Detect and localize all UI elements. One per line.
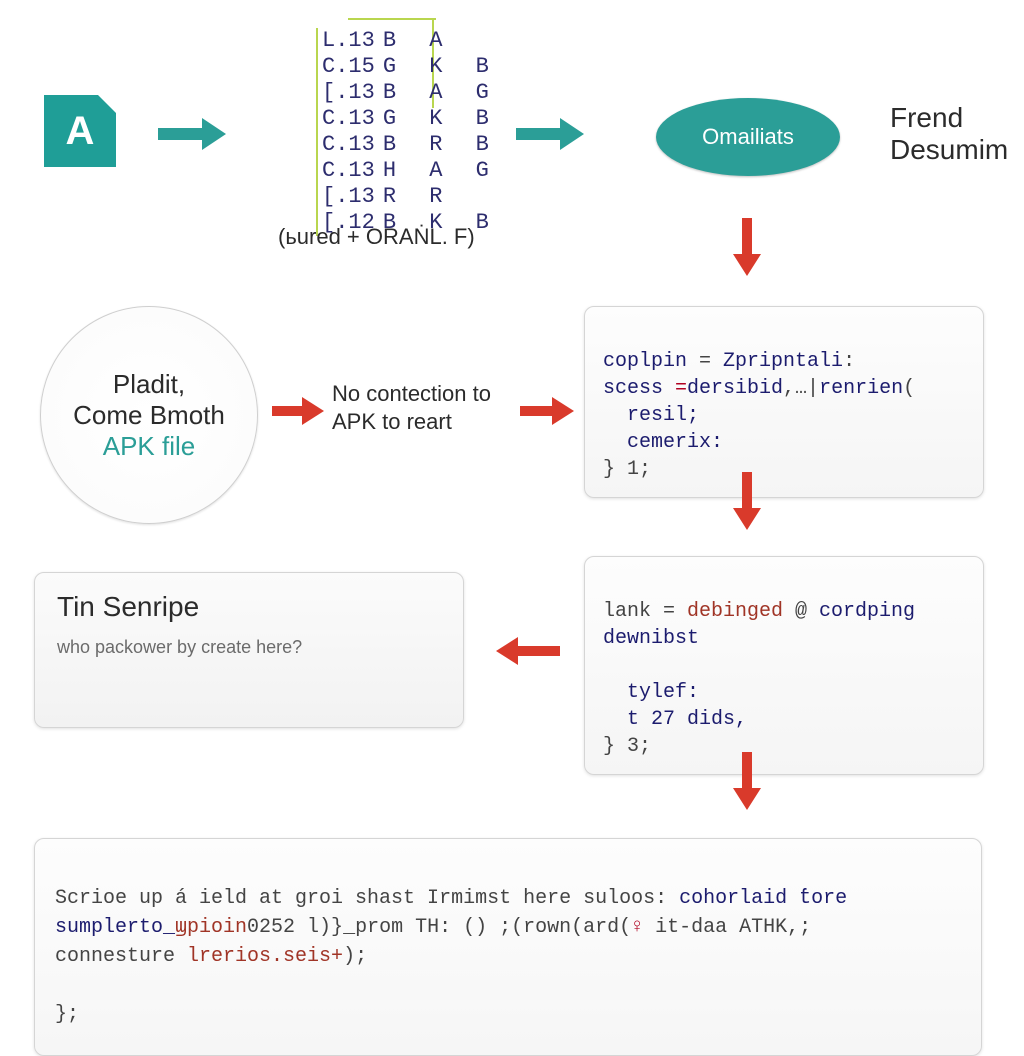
question-title: Tin Senripe [57, 591, 441, 623]
mid-caption-line: APK to reart [332, 408, 512, 436]
question-card: Tin Senripe who раckower by create here? [34, 572, 464, 728]
ellipse-label: Omailiats [702, 124, 794, 150]
grid-caption: (ьured + ORAṄL. F) [278, 224, 475, 250]
code-token: ϣpioin [175, 916, 247, 939]
grid-idx: C.15 [322, 54, 375, 79]
arrow-down-icon [736, 472, 758, 532]
code-token: tylef: [603, 681, 699, 704]
circle-line: Come Bmoth [73, 400, 225, 431]
code-token: = [675, 377, 687, 400]
code-token: } 3; [603, 735, 651, 758]
code-token: ,…| [783, 377, 819, 400]
source-circle: Pladit, Come Bmoth APK file [40, 306, 258, 524]
code-token: coplpin [603, 350, 687, 373]
code-token: resil; [603, 404, 699, 427]
code-token: Zpripntali [723, 350, 843, 373]
circle-line: Pladit, [113, 369, 185, 400]
code-card-1: coplpin = Zpripntali: scess =dersibid,…|… [584, 306, 984, 498]
code-token: t 27 dids, [603, 708, 747, 731]
code-token: scess [603, 377, 675, 400]
code-token: renrien [819, 377, 903, 400]
apk-file-icon: A [44, 95, 116, 167]
arrow-right-icon [520, 400, 576, 422]
side-label: Frend Desumim [890, 102, 1008, 166]
letter-grid: L.13B A C.15G K B [.13B A G C.13G K B C.… [316, 28, 499, 236]
circle-line-apk: APK file [103, 431, 196, 462]
grid-letters: B R B [375, 132, 499, 157]
arrow-down-icon [736, 218, 758, 278]
grid-letters: G K B [375, 54, 499, 79]
side-label-line: Desumim [890, 134, 1008, 166]
grid-letters: B A [375, 28, 453, 53]
code-token: dewnibst [603, 627, 699, 650]
arrow-down-icon [736, 752, 758, 812]
code-token: lank = [603, 600, 687, 623]
code-token: @ [783, 600, 819, 623]
process-ellipse: Omailiats [656, 98, 840, 176]
grid-idx: C.13 [322, 132, 375, 157]
grid-idx: [.13 [322, 184, 375, 209]
grid-letters: H A G [375, 158, 499, 183]
code-token: sumplerto_ [55, 916, 175, 939]
arrow-icon [158, 122, 228, 146]
grid-idx: C.13 [322, 106, 375, 131]
code-token: } 1; [603, 458, 651, 481]
grid-letters: B A G [375, 80, 499, 105]
arrow-right-icon [272, 400, 326, 422]
grid-idx: C.13 [322, 158, 375, 183]
code-token: lrerios.seis+ [187, 945, 343, 968]
code-token: ♀ [631, 916, 643, 939]
code-token: cohorlaid ƭore [679, 887, 847, 910]
code-token: Scrioe up á ield at groi shast Irmimst h… [55, 887, 679, 910]
code-token: ); [343, 945, 367, 968]
question-sub: who раckower by create here? [57, 637, 441, 658]
file-icon-letter: A [44, 109, 116, 154]
code-token: cemerix: [603, 431, 723, 454]
code-card-bottom: Scrioe up á ield at groi shast Irmimst h… [34, 838, 982, 1056]
code-token: debinged [687, 600, 783, 623]
code-card-2: lank = debinged @ cordping dewnibst tyle… [584, 556, 984, 775]
code-token: dersibid [687, 377, 783, 400]
code-token: cordping [819, 600, 915, 623]
mid-caption: No contection to APK to reart [332, 380, 512, 435]
side-label-line: Frend [890, 102, 1008, 134]
code-token: connesture [55, 945, 187, 968]
arrow-icon [516, 122, 586, 146]
code-token: 0252 l)}_prom TH: () ;(rown(ard( [247, 916, 631, 939]
mid-caption-line: No contection to [332, 380, 512, 408]
code-token: ( [903, 377, 915, 400]
code-token: }; [55, 1003, 79, 1026]
arrow-left-icon [490, 640, 560, 662]
code-token: = [687, 350, 723, 373]
grid-idx: [.13 [322, 80, 375, 105]
grid-highlight [348, 18, 436, 20]
grid-idx: L.13 [322, 28, 375, 53]
code-token: it-daa ATHK,; [643, 916, 811, 939]
grid-letters: G K B [375, 106, 499, 131]
grid-letters: R R [375, 184, 453, 209]
